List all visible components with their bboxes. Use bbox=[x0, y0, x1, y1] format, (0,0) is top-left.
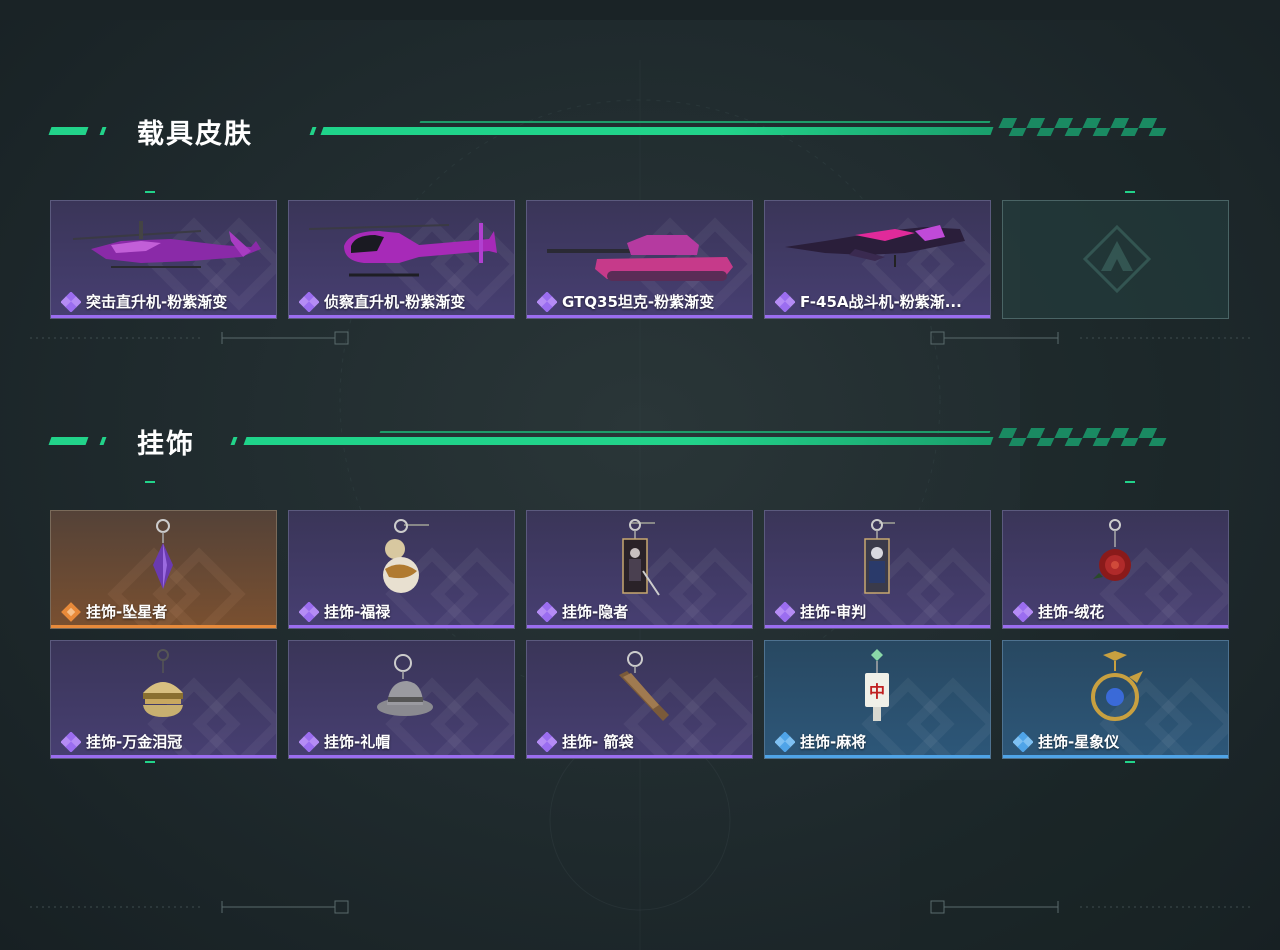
rarity-bar bbox=[765, 625, 990, 628]
vehicle-skin-card[interactable]: GTQ35坦克-粉紫渐变 bbox=[526, 200, 753, 319]
charm-card[interactable]: 挂饰-审判 bbox=[764, 510, 991, 629]
charm-card[interactable]: 挂饰-绒花 bbox=[1002, 510, 1229, 629]
item-name: 挂饰-隐者 bbox=[562, 603, 629, 621]
item-name: 挂饰-星象仪 bbox=[1038, 733, 1120, 751]
vehicle-skin-card[interactable]: 侦察直升机-粉紫渐变 bbox=[288, 200, 515, 319]
rarity-bar bbox=[51, 315, 276, 318]
item-name: 挂饰-坠星者 bbox=[86, 603, 168, 621]
rarity-bar bbox=[765, 755, 990, 758]
rarity-bar bbox=[51, 625, 276, 628]
rarity-bar bbox=[527, 625, 752, 628]
rarity-bar bbox=[527, 315, 752, 318]
item-name: 挂饰- 箭袋 bbox=[562, 733, 634, 751]
item-name: F-45A战斗机-粉紫渐... bbox=[800, 293, 962, 311]
item-name: GTQ35坦克-粉紫渐变 bbox=[562, 293, 715, 311]
charm-card[interactable]: 挂饰-福禄 bbox=[288, 510, 515, 629]
item-name: 挂饰-绒花 bbox=[1038, 603, 1105, 621]
rarity-diamond-icon bbox=[775, 291, 795, 312]
rarity-bar bbox=[289, 315, 514, 318]
rarity-diamond-icon bbox=[537, 291, 557, 312]
rarity-diamond-icon bbox=[299, 291, 319, 312]
rarity-bar bbox=[765, 315, 990, 318]
svg-text:中: 中 bbox=[869, 682, 885, 701]
rarity-bar bbox=[289, 625, 514, 628]
rarity-bar bbox=[527, 755, 752, 758]
item-name: 挂饰-审判 bbox=[800, 603, 867, 621]
empty-slot-card bbox=[1002, 200, 1229, 319]
rarity-diamond-icon bbox=[1013, 601, 1033, 622]
rarity-bar bbox=[51, 755, 276, 758]
charm-card[interactable]: 挂饰- 箭袋 bbox=[526, 640, 753, 759]
vehicle-skin-card[interactable]: F-45A战斗机-粉紫渐... bbox=[764, 200, 991, 319]
rarity-diamond-icon bbox=[61, 601, 81, 622]
corner-markers bbox=[30, 191, 1250, 914]
item-name: 侦察直升机-粉紫渐变 bbox=[324, 293, 466, 311]
rarity-diamond-icon bbox=[537, 601, 557, 622]
charm-card[interactable]: 挂饰-礼帽 bbox=[288, 640, 515, 759]
charm-card[interactable]: 挂饰-万金泪冠 bbox=[50, 640, 277, 759]
rarity-bar bbox=[1003, 625, 1228, 628]
item-name: 挂饰-福禄 bbox=[324, 603, 391, 621]
rarity-diamond-icon bbox=[299, 601, 319, 622]
vehicle-skin-card[interactable]: 突击直升机-粉紫渐变 bbox=[50, 200, 277, 319]
charm-card[interactable]: 挂饰-坠星者 bbox=[50, 510, 277, 629]
rarity-diamond-icon bbox=[775, 601, 795, 622]
item-name: 突击直升机-粉紫渐变 bbox=[86, 293, 228, 311]
rarity-diamond-icon bbox=[299, 731, 319, 752]
rarity-diamond-icon bbox=[775, 731, 795, 752]
game-logo-icon bbox=[1082, 224, 1152, 294]
rarity-bar bbox=[1003, 755, 1228, 758]
rarity-diamond-icon bbox=[61, 731, 81, 752]
item-name: 挂饰-麻将 bbox=[800, 733, 867, 751]
item-name: 挂饰-万金泪冠 bbox=[86, 733, 183, 751]
rarity-diamond-icon bbox=[61, 291, 81, 312]
charm-card[interactable]: 挂饰-隐者 bbox=[526, 510, 753, 629]
rarity-bar bbox=[289, 755, 514, 758]
item-name: 挂饰-礼帽 bbox=[324, 733, 391, 751]
rarity-diamond-icon bbox=[537, 731, 557, 752]
charm-card[interactable]: 挂饰-星象仪 bbox=[1002, 640, 1229, 759]
rarity-diamond-icon bbox=[1013, 731, 1033, 752]
charm-card[interactable]: 中 挂饰-麻将 bbox=[764, 640, 991, 759]
